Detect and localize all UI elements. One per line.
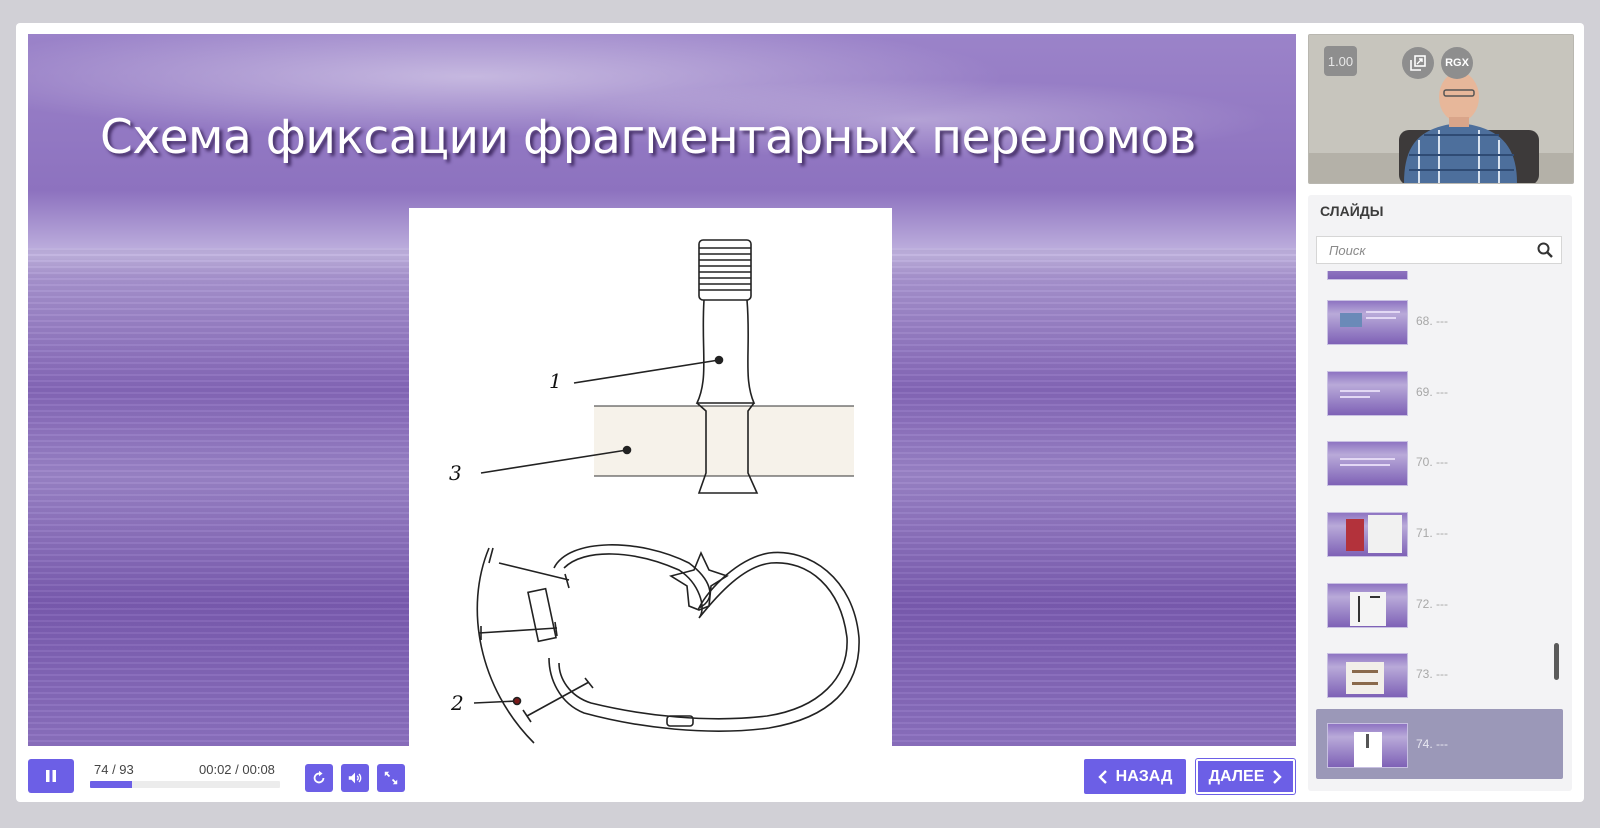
slide-thumbnail — [1327, 441, 1408, 486]
slide-figure: 1 3 2 — [409, 208, 892, 746]
progress-bar[interactable] — [90, 781, 280, 788]
slide-list-scrollbar[interactable] — [1554, 643, 1559, 680]
slide-item-70[interactable]: 70. --- — [1316, 427, 1563, 497]
slide-title: Схема фиксации фрагментарных переломов — [100, 110, 1196, 165]
slide-viewer: Схема фиксации фрагментарных переломов 1… — [28, 34, 1296, 746]
replay-button[interactable] — [305, 764, 333, 792]
next-label: ДАЛЕЕ — [1208, 767, 1265, 785]
slide-item-label: 70. --- — [1416, 455, 1449, 469]
rgx-button[interactable]: RGX — [1441, 47, 1473, 79]
slide-item-68[interactable]: 68. --- — [1316, 286, 1563, 356]
chevron-left-icon — [1097, 769, 1107, 784]
slide-item-74[interactable]: 74. --- — [1316, 709, 1563, 779]
slide-thumbnail — [1327, 512, 1408, 557]
fixation-diagram: 1 3 2 — [449, 239, 860, 744]
fullscreen-icon — [384, 771, 398, 785]
chevron-right-icon — [1273, 769, 1283, 784]
slide-item-label: 69. --- — [1416, 385, 1449, 399]
volume-button[interactable] — [341, 764, 369, 792]
label-3: 3 — [449, 461, 462, 485]
time-display: 00:02 / 00:08 — [199, 762, 275, 777]
slide-list: 68. --- 69. --- 70. --- 71. --- 72. --- … — [1308, 271, 1572, 791]
replay-icon — [313, 770, 325, 784]
next-button[interactable]: ДАЛЕЕ — [1196, 759, 1295, 794]
slide-item-69[interactable]: 69. --- — [1316, 357, 1563, 427]
slide-item-label: 68. --- — [1416, 314, 1449, 328]
progress-fill — [90, 781, 132, 788]
slide-thumbnail — [1327, 300, 1408, 345]
slide-item-73[interactable]: 73. --- — [1316, 639, 1563, 709]
volume-icon — [348, 772, 362, 784]
pause-icon — [46, 770, 56, 782]
partial-thumbnail[interactable] — [1327, 271, 1408, 280]
popout-button[interactable] — [1402, 47, 1434, 79]
label-1: 1 — [549, 369, 562, 393]
slide-item-71[interactable]: 71. --- — [1316, 498, 1563, 568]
slide-item-label: 74. --- — [1416, 737, 1449, 751]
slide-thumbnail — [1327, 583, 1408, 628]
panel-title: СЛАЙДЫ — [1320, 203, 1384, 219]
presenter-video[interactable]: 1.00 RGX — [1308, 34, 1574, 184]
prev-label: НАЗАД — [1115, 767, 1173, 785]
slide-item-label: 71. --- — [1416, 526, 1449, 540]
slide-item-label: 73. --- — [1416, 667, 1449, 681]
slide-counter: 74 / 93 — [94, 762, 134, 777]
prev-button[interactable]: НАЗАД — [1084, 759, 1186, 794]
label-2: 2 — [450, 691, 464, 715]
slide-thumbnail — [1327, 723, 1408, 768]
slide-thumbnail — [1327, 653, 1408, 698]
slide-item-72[interactable]: 72. --- — [1316, 569, 1563, 639]
slide-item-label: 72. --- — [1416, 597, 1449, 611]
slide-thumbnail — [1327, 371, 1408, 416]
search-input[interactable] — [1317, 237, 1529, 263]
fullscreen-button[interactable] — [377, 764, 405, 792]
search-icon[interactable] — [1537, 242, 1553, 258]
speed-badge[interactable]: 1.00 — [1324, 46, 1357, 76]
slides-panel: СЛАЙДЫ 68. --- 69. --- — [1308, 195, 1572, 791]
pause-button[interactable] — [28, 759, 74, 793]
search-box[interactable] — [1316, 236, 1562, 264]
popout-icon — [1410, 55, 1426, 71]
